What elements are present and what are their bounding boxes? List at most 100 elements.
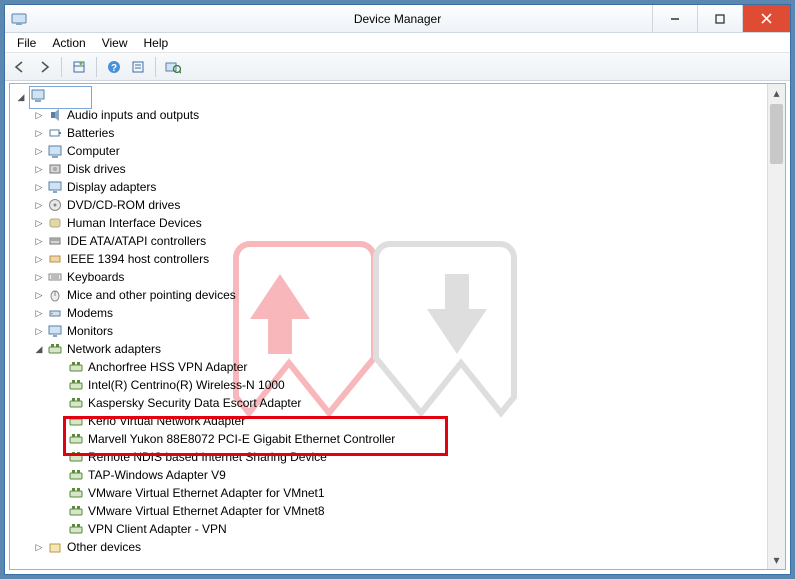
titlebar[interactable]: Device Manager: [5, 5, 790, 33]
tree-device[interactable]: Intel(R) Centrino(R) Wireless-N 1000: [14, 376, 767, 394]
tree-category[interactable]: ▷ Human Interface Devices: [14, 214, 767, 232]
tree-category[interactable]: ▷ Batteries: [14, 124, 767, 142]
menu-action[interactable]: Action: [44, 34, 93, 52]
tree-category[interactable]: ▷ Display adapters: [14, 178, 767, 196]
tree-category-network-adapters[interactable]: ◢ Network adapters: [14, 340, 767, 358]
network-icon: [47, 341, 63, 357]
category-label: IEEE 1394 host controllers: [67, 252, 209, 266]
expand-icon[interactable]: ▷: [32, 306, 46, 320]
category-label: Batteries: [67, 126, 114, 140]
tree-device[interactable]: Remote NDIS based Internet Sharing Devic…: [14, 448, 767, 466]
display-icon: [47, 179, 63, 195]
tree-category[interactable]: ▷ IDE ATA/ATAPI controllers: [14, 232, 767, 250]
network-adapter-icon: [68, 521, 84, 537]
tree-device[interactable]: VMware Virtual Ethernet Adapter for VMne…: [14, 484, 767, 502]
expand-icon[interactable]: ▷: [32, 234, 46, 248]
ide-icon: [47, 233, 63, 249]
tree-category[interactable]: ▷Disk drives: [14, 160, 767, 178]
category-label: IDE ATA/ATAPI controllers: [67, 234, 206, 248]
expand-icon[interactable]: ▷: [32, 198, 46, 212]
network-adapter-icon: [68, 413, 84, 429]
firewire-icon: [47, 251, 63, 267]
expand-icon[interactable]: ▷: [32, 252, 46, 266]
tree-device[interactable]: Kaspersky Security Data Escort Adapter: [14, 394, 767, 412]
expand-icon[interactable]: ▷: [32, 270, 46, 284]
tree-device[interactable]: Kerio Virtual Network Adapter: [14, 412, 767, 430]
device-label: VPN Client Adapter - VPN: [88, 522, 227, 536]
tree-category[interactable]: ▷ Audio inputs and outputs: [14, 106, 767, 124]
content-area: ◢ ▷ Audio inputs and outputs ▷ Batteries ▷Co…: [9, 83, 786, 570]
disc-icon: [47, 197, 63, 213]
scan-button[interactable]: [162, 56, 184, 78]
minimize-button[interactable]: [652, 5, 697, 32]
menu-help[interactable]: Help: [136, 34, 177, 52]
device-label: VMware Virtual Ethernet Adapter for VMne…: [88, 504, 325, 518]
window-controls: [652, 5, 790, 32]
tree-category[interactable]: ▷Monitors: [14, 322, 767, 340]
menu-view[interactable]: View: [94, 34, 136, 52]
collapse-icon[interactable]: ◢: [32, 342, 46, 356]
forward-button[interactable]: [33, 56, 55, 78]
category-label: Human Interface Devices: [67, 216, 202, 230]
expand-icon[interactable]: ▷: [32, 144, 46, 158]
expand-icon[interactable]: ▷: [32, 108, 46, 122]
expand-icon[interactable]: ▷: [32, 216, 46, 230]
tree-device[interactable]: Marvell Yukon 88E8072 PCI-E Gigabit Ethe…: [14, 430, 767, 448]
tree-device[interactable]: Anchorfree HSS VPN Adapter: [14, 358, 767, 376]
tree-category[interactable]: ▷ Keyboards: [14, 268, 767, 286]
scroll-down-icon[interactable]: ▾: [768, 551, 785, 569]
pc-icon: [47, 143, 63, 159]
battery-icon: [47, 125, 63, 141]
category-label: Mice and other pointing devices: [67, 288, 236, 302]
category-label: Keyboards: [67, 270, 124, 284]
network-adapter-icon: [68, 503, 84, 519]
tree-device[interactable]: VPN Client Adapter - VPN: [14, 520, 767, 538]
category-label: Audio inputs and outputs: [67, 108, 199, 122]
help-button[interactable]: ?: [103, 56, 125, 78]
expand-icon[interactable]: ▷: [32, 180, 46, 194]
expand-icon[interactable]: ▷: [32, 162, 46, 176]
device-label: TAP-Windows Adapter V9: [88, 468, 226, 482]
category-label: Display adapters: [67, 180, 156, 194]
toolbar-separator: [155, 57, 156, 77]
maximize-button[interactable]: [697, 5, 742, 32]
speaker-icon: [47, 107, 63, 123]
expand-icon[interactable]: ▷: [32, 324, 46, 338]
scroll-thumb[interactable]: [770, 104, 783, 164]
tree-device[interactable]: VMware Virtual Ethernet Adapter for VMne…: [14, 502, 767, 520]
tree-category[interactable]: ▷ DVD/CD-ROM drives: [14, 196, 767, 214]
tree-category-other-devices[interactable]: ▷ Other devices: [14, 538, 767, 556]
tree-device[interactable]: TAP-Windows Adapter V9: [14, 466, 767, 484]
network-adapter-icon: [68, 431, 84, 447]
expand-icon[interactable]: ▷: [32, 540, 46, 554]
expand-icon[interactable]: ▷: [32, 288, 46, 302]
category-label: DVD/CD-ROM drives: [67, 198, 180, 212]
tree-category[interactable]: ▷Computer: [14, 142, 767, 160]
tree-root[interactable]: ◢: [14, 88, 767, 106]
device-label: Kerio Virtual Network Adapter: [88, 414, 245, 428]
close-button[interactable]: [742, 5, 790, 32]
tree-category[interactable]: ▷ Mice and other pointing devices: [14, 286, 767, 304]
tree-category[interactable]: ▷Modems: [14, 304, 767, 322]
svg-text:?: ?: [111, 63, 117, 74]
category-label: Network adapters: [67, 342, 161, 356]
device-label: Anchorfree HSS VPN Adapter: [88, 360, 247, 374]
toolbar: ?: [5, 53, 790, 81]
device-tree[interactable]: ◢ ▷ Audio inputs and outputs ▷ Batteries ▷Co…: [10, 84, 767, 569]
device-label: Remote NDIS based Internet Sharing Devic…: [88, 450, 327, 464]
network-adapter-icon: [68, 377, 84, 393]
back-button[interactable]: [9, 56, 31, 78]
menubar: File Action View Help: [5, 33, 790, 53]
show-hidden-button[interactable]: [127, 56, 149, 78]
scroll-up-icon[interactable]: ▴: [768, 84, 785, 102]
computer-icon: [31, 88, 47, 104]
menu-file[interactable]: File: [9, 34, 44, 52]
properties-button[interactable]: [68, 56, 90, 78]
category-label: Other devices: [67, 540, 141, 554]
vertical-scrollbar[interactable]: ▴ ▾: [767, 84, 785, 569]
tree-category[interactable]: ▷ IEEE 1394 host controllers: [14, 250, 767, 268]
collapse-icon[interactable]: ◢: [14, 90, 28, 104]
device-label: Marvell Yukon 88E8072 PCI-E Gigabit Ethe…: [88, 432, 395, 446]
device-label: Kaspersky Security Data Escort Adapter: [88, 396, 301, 410]
expand-icon[interactable]: ▷: [32, 126, 46, 140]
